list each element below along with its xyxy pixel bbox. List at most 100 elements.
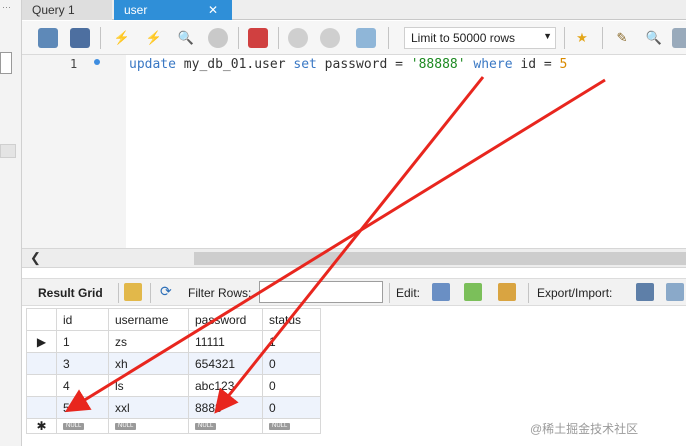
toolbar-divider <box>238 27 239 49</box>
table-row[interactable]: ▶ 1 zs 11111 1 <box>26 330 321 353</box>
filter-rows-input[interactable] <box>259 281 383 303</box>
filter-rows-label: Filter Rows: <box>188 286 252 300</box>
cell-id[interactable]: 3 <box>56 352 109 375</box>
null-badge: NULL <box>63 423 85 431</box>
toolbar-divider <box>564 27 565 49</box>
sql-statement[interactable]: update my_db_01.user set password = '888… <box>129 57 567 72</box>
null-cell[interactable]: NULL <box>262 418 321 434</box>
toolbar-divider <box>388 27 389 49</box>
cell-status[interactable]: 0 <box>262 352 321 375</box>
tab-label: Query 1 <box>32 3 75 17</box>
result-grid-label[interactable]: Result Grid <box>38 286 103 300</box>
row-header <box>26 374 57 397</box>
column-header-username[interactable]: username <box>108 308 189 331</box>
scrollbar-thumb[interactable] <box>194 252 686 265</box>
cell-status[interactable]: 0 <box>262 396 321 419</box>
scroll-left-icon[interactable]: ❮ <box>30 250 41 266</box>
export-icon[interactable] <box>636 283 654 301</box>
cell-password[interactable]: abc123 <box>188 374 263 397</box>
number-literal: 5 <box>559 57 568 72</box>
tab-query-1[interactable]: Query 1 <box>22 0 112 20</box>
more-icon[interactable]: ⋯ <box>2 2 11 13</box>
column-assign: password = <box>316 57 411 72</box>
statement-marker-icon <box>94 59 100 65</box>
sidebar-band <box>0 144 16 158</box>
toolbar-divider <box>278 27 279 49</box>
explain-icon[interactable]: 🔍 <box>176 28 196 48</box>
save-icon[interactable] <box>70 28 90 48</box>
toolbar-divider <box>100 27 101 49</box>
cell-username[interactable]: ls <box>108 374 189 397</box>
import-icon[interactable] <box>666 283 684 301</box>
null-badge: NULL <box>195 423 217 431</box>
keyword-set: set <box>293 57 317 72</box>
open-file-icon[interactable] <box>38 28 58 48</box>
null-badge: NULL <box>115 423 137 431</box>
cell-password[interactable]: 11111 <box>188 330 263 353</box>
watermark: @稀土掘金技术社区 <box>530 422 639 436</box>
cell-password[interactable]: 8888 <box>188 396 263 419</box>
autocommit-icon[interactable] <box>356 28 376 48</box>
cell-status[interactable]: 1 <box>262 330 321 353</box>
invisible-chars-icon[interactable] <box>672 28 686 48</box>
table-row[interactable]: 4 ls abc123 0 <box>26 374 321 397</box>
current-row-icon: ▶ <box>26 330 57 353</box>
execute-icon[interactable]: ⚡ <box>112 28 132 48</box>
row-header <box>26 352 57 375</box>
limit-rows-select[interactable]: Limit to 50000 rows ▼ <box>404 27 556 49</box>
cell-id[interactable]: 4 <box>56 374 109 397</box>
stop-icon[interactable] <box>208 28 228 48</box>
column-header-id[interactable]: id <box>56 308 109 331</box>
commit-icon[interactable] <box>288 28 308 48</box>
table-row[interactable]: 3 xh 654321 0 <box>26 352 321 375</box>
export-import-label: Export/Import: <box>537 286 613 300</box>
null-cell[interactable]: NULL <box>56 418 109 434</box>
null-cell[interactable]: NULL <box>108 418 189 434</box>
toggle-results-icon[interactable] <box>248 28 268 48</box>
grid-layout-icon[interactable] <box>124 283 142 301</box>
edit-row-icon[interactable] <box>432 283 450 301</box>
limit-rows-label: Limit to 50000 rows <box>411 31 516 45</box>
left-sidebar-strip: ⋯ <box>0 0 22 446</box>
delete-row-icon[interactable] <box>498 283 516 301</box>
close-tab-icon[interactable]: ✕ <box>208 0 218 20</box>
column-header-status[interactable]: status <box>262 308 321 331</box>
add-row-icon[interactable] <box>464 283 482 301</box>
toolbar-divider <box>389 283 390 303</box>
row-header-corner <box>26 308 57 331</box>
execute-current-icon[interactable]: ⚡ <box>144 28 164 48</box>
toolbar-divider <box>528 283 529 303</box>
bookmark-icon[interactable]: ★ <box>572 28 592 48</box>
cell-id[interactable]: 5 <box>56 396 109 419</box>
find-icon[interactable]: 🔍 <box>644 28 664 48</box>
toolbar-divider <box>150 283 151 303</box>
dropdown-arrow-icon: ▼ <box>543 31 552 41</box>
table-row[interactable]: 5 xxl 8888 0 <box>26 396 321 419</box>
horizontal-scrollbar[interactable]: ❮ <box>22 248 686 268</box>
cell-username[interactable]: xxl <box>108 396 189 419</box>
new-row-marker-icon: ✱ <box>26 418 57 434</box>
cell-username[interactable]: xh <box>108 352 189 375</box>
query-toolbar: ⚡ ⚡ 🔍 Limit to 50000 rows ▼ ★ ✎ 🔍 <box>22 21 686 55</box>
cell-username[interactable]: zs <box>108 330 189 353</box>
sql-editor[interactable]: 1 update my_db_01.user set password = '8… <box>22 55 686 248</box>
results-toolbar: Result Grid ⟳ Filter Rows: Edit: Export/… <box>22 278 686 306</box>
column-header-password[interactable]: password <box>188 308 263 331</box>
sidebar-input[interactable] <box>0 52 12 74</box>
beautify-icon[interactable]: ✎ <box>612 28 632 48</box>
cell-id[interactable]: 1 <box>56 330 109 353</box>
refresh-icon[interactable]: ⟳ <box>160 283 178 301</box>
workbench-window: ⋯ Query 1 user ✕ ⚡ ⚡ 🔍 Limit to 50000 ro… <box>0 0 686 446</box>
edit-label: Edit: <box>396 286 421 300</box>
new-row[interactable]: ✱ NULL NULL NULL NULL <box>26 418 321 434</box>
null-cell[interactable]: NULL <box>188 418 263 434</box>
line-number: 1 <box>70 57 78 71</box>
keyword-where: where <box>465 57 513 72</box>
cell-status[interactable]: 0 <box>262 374 321 397</box>
rollback-icon[interactable] <box>320 28 340 48</box>
cell-password[interactable]: 654321 <box>188 352 263 375</box>
tab-label: user <box>124 3 148 17</box>
keyword-update: update <box>129 57 176 72</box>
tab-user[interactable]: user ✕ <box>114 0 232 20</box>
where-condition: id = <box>512 57 560 72</box>
